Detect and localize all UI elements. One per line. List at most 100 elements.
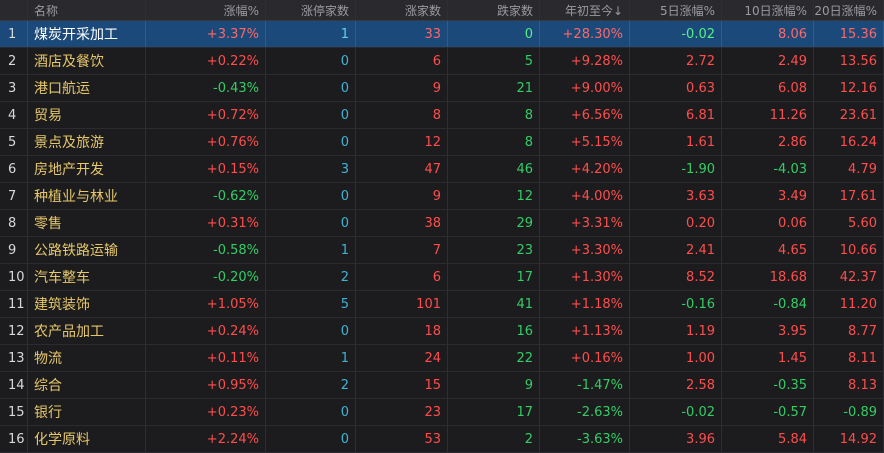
header-rising-count[interactable]: 涨家数 — [356, 0, 448, 20]
table-row[interactable]: 14 综合 +0.95% 2 15 9 -1.47% 2.58 -0.35 8.13 — [0, 372, 884, 399]
change-10day: 2.49 — [722, 48, 814, 74]
header-limit-up-count[interactable]: 涨停家数 — [266, 0, 356, 20]
change-pct: +0.76% — [146, 129, 266, 155]
row-index: 14 — [0, 372, 28, 398]
table-row[interactable]: 15 银行 +0.23% 0 23 17 -2.63% -0.02 -0.57 -0.89 — [0, 399, 884, 426]
falling-count: 9 — [448, 372, 540, 398]
falling-count: 2 — [448, 426, 540, 452]
change-pct: -0.43% — [146, 75, 266, 101]
row-index: 16 — [0, 426, 28, 452]
change-20day: -0.89 — [814, 399, 884, 425]
rising-count: 23 — [356, 399, 448, 425]
change-5day: 8.52 — [630, 264, 722, 290]
limit-up-count: 0 — [266, 48, 356, 74]
row-index: 6 — [0, 156, 28, 182]
header-10day-change[interactable]: 10日涨幅% — [722, 0, 814, 20]
falling-count: 41 — [448, 291, 540, 317]
change-pct: -0.20% — [146, 264, 266, 290]
change-5day: -0.02 — [630, 21, 722, 47]
change-5day: 0.63 — [630, 75, 722, 101]
change-10day: 3.49 — [722, 183, 814, 209]
change-10day: 1.45 — [722, 345, 814, 371]
table-row[interactable]: 3 港口航运 -0.43% 0 9 21 +9.00% 0.63 6.08 12.16 — [0, 75, 884, 102]
table-row[interactable]: 5 景点及旅游 +0.76% 0 12 8 +5.15% 1.61 2.86 16.24 — [0, 129, 884, 156]
change-pct: +2.24% — [146, 426, 266, 452]
table-row[interactable]: 1 煤炭开采加工 +3.37% 1 33 0 +28.30% -0.02 8.06 15.36 — [0, 21, 884, 48]
limit-up-count: 0 — [266, 129, 356, 155]
ytd-change: +0.16% — [540, 345, 630, 371]
change-10day: 8.06 — [722, 21, 814, 47]
ytd-change: +1.30% — [540, 264, 630, 290]
header-5day-change[interactable]: 5日涨幅% — [630, 0, 722, 20]
change-pct: +0.15% — [146, 156, 266, 182]
rising-count: 18 — [356, 318, 448, 344]
sector-name: 建筑装饰 — [28, 291, 146, 317]
rising-count: 8 — [356, 102, 448, 128]
change-10day: 3.95 — [722, 318, 814, 344]
change-5day: -0.16 — [630, 291, 722, 317]
change-20day: 15.36 — [814, 21, 884, 47]
sector-name: 景点及旅游 — [28, 129, 146, 155]
falling-count: 46 — [448, 156, 540, 182]
falling-count: 16 — [448, 318, 540, 344]
falling-count: 12 — [448, 183, 540, 209]
change-pct: +0.22% — [146, 48, 266, 74]
sector-name: 汽车整车 — [28, 264, 146, 290]
change-5day: 1.61 — [630, 129, 722, 155]
falling-count: 21 — [448, 75, 540, 101]
table-row[interactable]: 9 公路铁路运输 -0.58% 1 7 23 +3.30% 2.41 4.65 10.66 — [0, 237, 884, 264]
header-falling-count[interactable]: 跌家数 — [448, 0, 540, 20]
rising-count: 101 — [356, 291, 448, 317]
table-row[interactable]: 10 汽车整车 -0.20% 2 6 17 +1.30% 8.52 18.68 42.37 — [0, 264, 884, 291]
change-10day: -4.03 — [722, 156, 814, 182]
row-index: 5 — [0, 129, 28, 155]
table-row[interactable]: 11 建筑装饰 +1.05% 5 101 41 +1.18% -0.16 -0.84 11.20 — [0, 291, 884, 318]
change-10day: -0.84 — [722, 291, 814, 317]
sector-name: 银行 — [28, 399, 146, 425]
change-20day: 42.37 — [814, 264, 884, 290]
rising-count: 47 — [356, 156, 448, 182]
limit-up-count: 0 — [266, 318, 356, 344]
table-row[interactable]: 6 房地产开发 +0.15% 3 47 46 +4.20% -1.90 -4.03 4.79 — [0, 156, 884, 183]
change-10day: -0.57 — [722, 399, 814, 425]
change-20day: 8.13 — [814, 372, 884, 398]
change-pct: +0.95% — [146, 372, 266, 398]
row-index: 1 — [0, 21, 28, 47]
table-row[interactable]: 7 种植业与林业 -0.62% 0 9 12 +4.00% 3.63 3.49 17.61 — [0, 183, 884, 210]
table-row[interactable]: 4 贸易 +0.72% 0 8 8 +6.56% 6.81 11.26 23.61 — [0, 102, 884, 129]
header-20day-change[interactable]: 20日涨幅% — [814, 0, 884, 20]
change-10day: 6.08 — [722, 75, 814, 101]
change-10day: 18.68 — [722, 264, 814, 290]
limit-up-count: 0 — [266, 183, 356, 209]
rising-count: 12 — [356, 129, 448, 155]
change-pct: +0.11% — [146, 345, 266, 371]
table-row[interactable]: 8 零售 +0.31% 0 38 29 +3.31% 0.20 0.06 5.60 — [0, 210, 884, 237]
ytd-change: +9.28% — [540, 48, 630, 74]
ytd-change: -3.63% — [540, 426, 630, 452]
limit-up-count: 1 — [266, 345, 356, 371]
table-row[interactable]: 12 农产品加工 +0.24% 0 18 16 +1.13% 1.19 3.95 8.77 — [0, 318, 884, 345]
table-row[interactable]: 13 物流 +0.11% 1 24 22 +0.16% 1.00 1.45 8.11 — [0, 345, 884, 372]
row-index: 12 — [0, 318, 28, 344]
limit-up-count: 3 — [266, 156, 356, 182]
header-change-pct[interactable]: 涨幅% — [146, 0, 266, 20]
ytd-change: +6.56% — [540, 102, 630, 128]
change-20day: 12.16 — [814, 75, 884, 101]
rising-count: 9 — [356, 75, 448, 101]
limit-up-count: 2 — [266, 264, 356, 290]
table-row[interactable]: 16 化学原料 +2.24% 0 53 2 -3.63% 3.96 5.84 14.92 — [0, 426, 884, 453]
change-5day: -1.90 — [630, 156, 722, 182]
falling-count: 22 — [448, 345, 540, 371]
rising-count: 38 — [356, 210, 448, 236]
header-ytd-sorted[interactable]: 年初至今↓ — [540, 0, 630, 20]
header-index[interactable] — [0, 0, 28, 20]
falling-count: 8 — [448, 102, 540, 128]
change-20day: 11.20 — [814, 291, 884, 317]
row-index: 15 — [0, 399, 28, 425]
falling-count: 23 — [448, 237, 540, 263]
header-name[interactable]: 名称 — [28, 0, 146, 20]
table-row[interactable]: 2 酒店及餐饮 +0.22% 0 6 5 +9.28% 2.72 2.49 13.56 — [0, 48, 884, 75]
change-20day: 4.79 — [814, 156, 884, 182]
falling-count: 17 — [448, 399, 540, 425]
change-10day: -0.35 — [722, 372, 814, 398]
